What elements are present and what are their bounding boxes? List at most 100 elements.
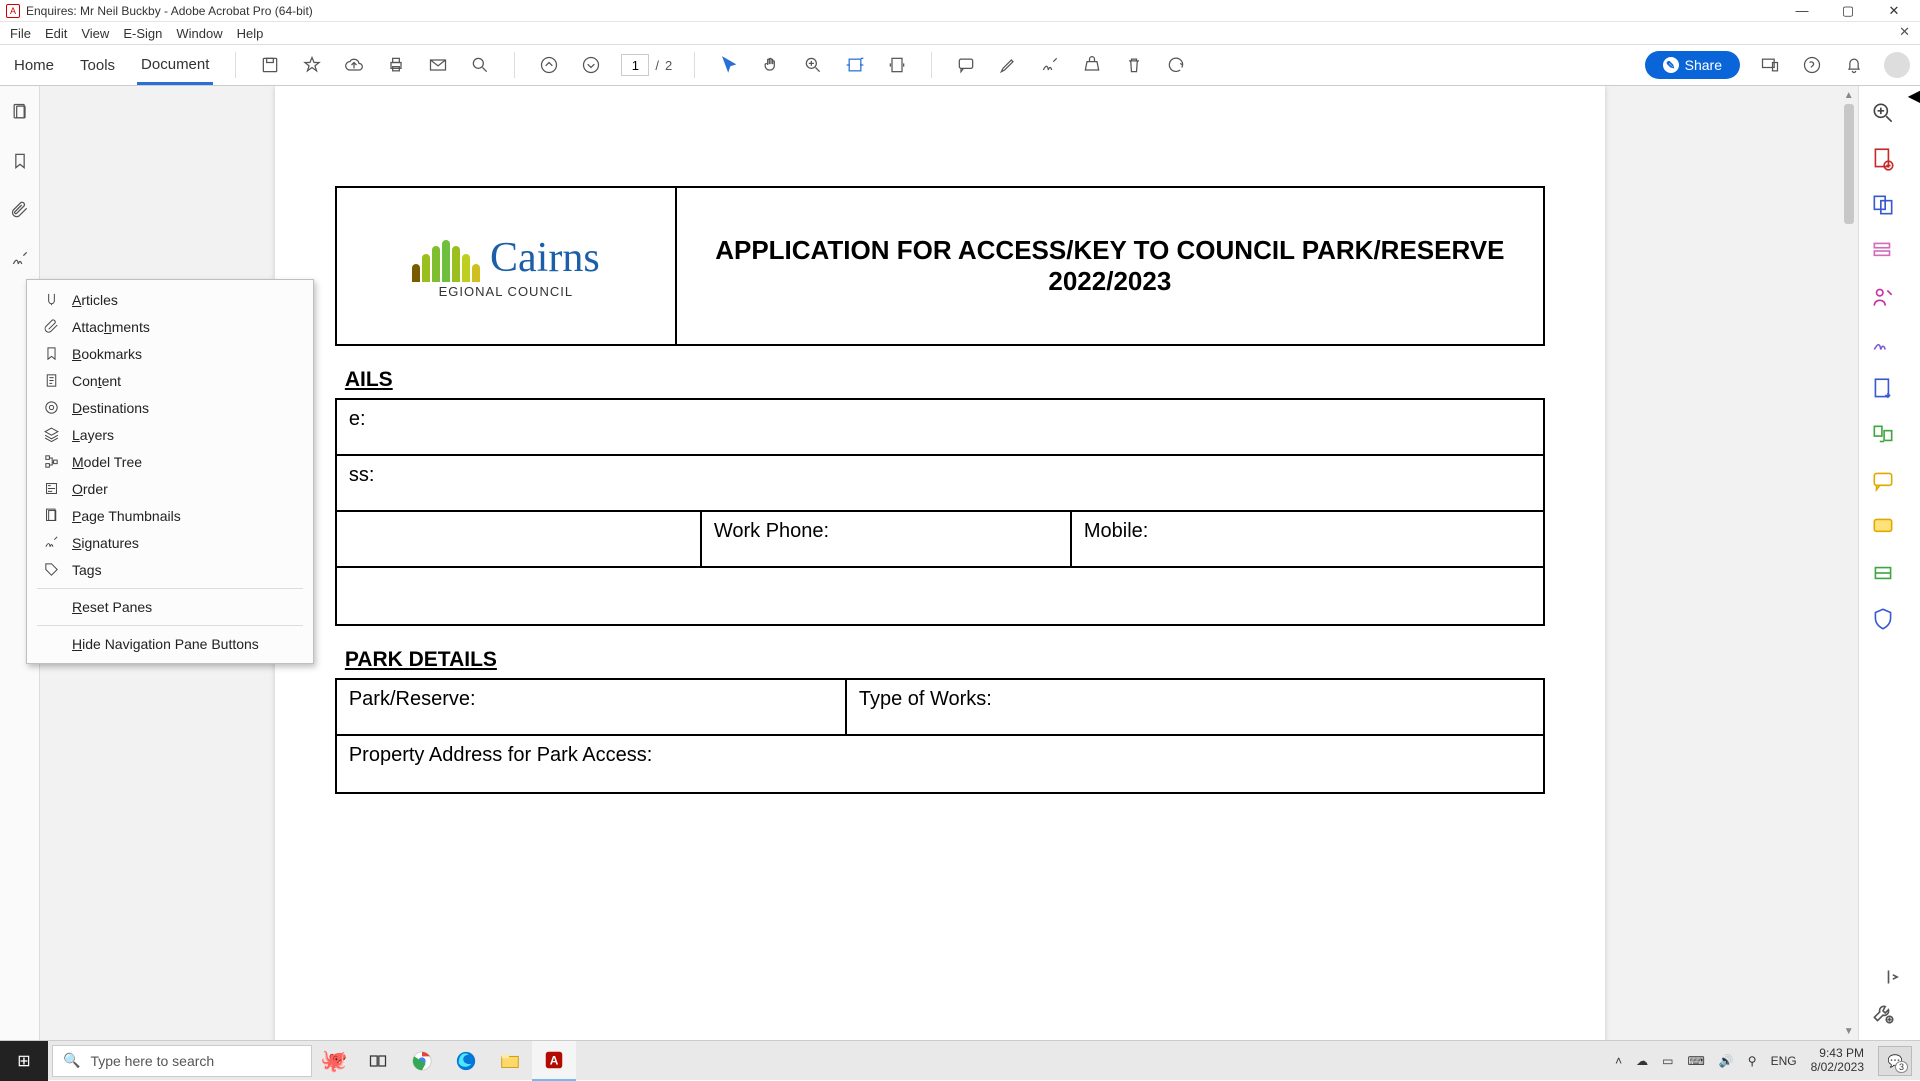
menu-item-destinations[interactable]: Destinations (27, 394, 313, 421)
menu-item-tags[interactable]: Tags (27, 556, 313, 583)
combine-files-icon[interactable] (1870, 192, 1896, 218)
maximize-button[interactable]: ▢ (1834, 3, 1862, 19)
separator (514, 52, 515, 78)
menu-item-page-thumbnails[interactable]: Page Thumbnails (27, 502, 313, 529)
request-signatures-icon[interactable] (1870, 284, 1896, 310)
tray-chevron-icon[interactable]: ˄ (1615, 1054, 1622, 1068)
wifi-icon[interactable]: ⚲ (1748, 1054, 1757, 1068)
rotate-icon[interactable] (1164, 53, 1188, 77)
create-pdf-icon[interactable] (1870, 146, 1896, 172)
selection-arrow-icon[interactable] (717, 53, 741, 77)
expand-panel-icon[interactable] (1882, 964, 1908, 990)
hand-pan-icon[interactable] (759, 53, 783, 77)
bell-icon[interactable] (1842, 53, 1866, 77)
file-explorer-icon[interactable] (488, 1041, 532, 1081)
help-icon[interactable] (1800, 53, 1824, 77)
window-title: Enquires: Mr Neil Buckby - Adobe Acrobat… (26, 4, 313, 18)
scroll-track[interactable] (1843, 104, 1855, 1022)
more-tools-icon[interactable] (1870, 1000, 1896, 1026)
fit-width-icon[interactable] (843, 53, 867, 77)
delete-icon[interactable] (1122, 53, 1146, 77)
print-icon[interactable] (384, 53, 408, 77)
send-comments-icon[interactable] (1870, 468, 1896, 494)
account-avatar[interactable] (1884, 52, 1910, 78)
chrome-icon[interactable] (400, 1041, 444, 1081)
bookmark-panel-icon[interactable] (10, 151, 30, 176)
attachment-panel-icon[interactable] (10, 200, 30, 225)
menu-item-hide-nav-buttons[interactable]: Hide Navigation Pane Buttons (27, 631, 313, 657)
zoom-find-icon[interactable] (468, 53, 492, 77)
tab-home[interactable]: Home (10, 47, 58, 83)
comment-tool-icon[interactable] (1870, 514, 1896, 540)
edit-pdf-icon[interactable] (1870, 238, 1896, 264)
menu-item-bookmarks[interactable]: Bookmarks (27, 340, 313, 367)
onedrive-icon[interactable]: ☁ (1636, 1054, 1648, 1068)
menu-item-content[interactable]: Content (27, 367, 313, 394)
stamp-icon[interactable] (1080, 53, 1104, 77)
acrobat-taskbar-icon[interactable]: A (532, 1041, 576, 1081)
tab-tools[interactable]: Tools (76, 47, 119, 83)
menu-item-articles[interactable]: Articles (27, 286, 313, 313)
edge-icon[interactable] (444, 1041, 488, 1081)
devices-icon[interactable] (1758, 53, 1782, 77)
close-document-button[interactable]: ✕ (1899, 24, 1910, 40)
current-page-input[interactable] (621, 54, 649, 76)
logo-cell: Cairns EGIONAL COUNCIL (337, 188, 677, 344)
highlight-icon[interactable] (996, 53, 1020, 77)
share-button[interactable]: ✎ Share (1645, 51, 1740, 79)
cloud-upload-icon[interactable] (342, 53, 366, 77)
battery-icon[interactable]: ▭ (1662, 1054, 1673, 1068)
menu-esign[interactable]: E-Sign (123, 26, 162, 41)
taskbar-search[interactable]: 🔍 Type here to search (52, 1045, 312, 1077)
menu-file[interactable]: File (10, 26, 31, 41)
menu-item-order[interactable]: Order (27, 475, 313, 502)
total-pages: 2 (665, 58, 672, 73)
scroll-thumb[interactable] (1844, 104, 1854, 224)
menu-item-signatures[interactable]: Signatures (27, 529, 313, 556)
scroll-up-arrow[interactable]: ▲ (1844, 86, 1854, 104)
thumbnails-panel-icon[interactable] (10, 102, 30, 127)
close-window-button[interactable]: ✕ (1880, 3, 1908, 19)
menu-item-reset-panes[interactable]: Reset Panes (27, 594, 313, 620)
right-tool-rail (1858, 86, 1908, 1040)
export-pdf-icon[interactable] (1870, 376, 1896, 402)
menu-view[interactable]: View (81, 26, 109, 41)
signature-panel-icon[interactable] (10, 249, 30, 274)
collapse-right-rail-button[interactable]: ◀ (1908, 86, 1920, 1040)
menu-help[interactable]: Help (237, 26, 264, 41)
start-button[interactable]: ⊞ (0, 1041, 48, 1081)
menu-window[interactable]: Window (176, 26, 222, 41)
cortana-graphic-icon[interactable]: 🐙 (312, 1041, 356, 1081)
menu-item-attachments[interactable]: Attachments (27, 313, 313, 340)
clock[interactable]: 9:43 PM 8/02/2023 (1811, 1047, 1864, 1075)
comment-icon[interactable] (954, 53, 978, 77)
zoom-in-icon[interactable] (801, 53, 825, 77)
menu-item-model-tree[interactable]: Model Tree (27, 448, 313, 475)
separator (931, 52, 932, 78)
fill-sign-icon[interactable] (1870, 330, 1896, 356)
search-tool-icon[interactable] (1870, 100, 1896, 126)
minimize-button[interactable]: — (1788, 3, 1816, 19)
organize-pages-icon[interactable] (1870, 422, 1896, 448)
protect-icon[interactable] (1870, 606, 1896, 632)
scroll-down-arrow[interactable]: ▼ (1844, 1022, 1854, 1040)
task-view-icon[interactable] (356, 1041, 400, 1081)
field-email-hidden (337, 568, 1543, 624)
menu-edit[interactable]: Edit (45, 26, 67, 41)
sign-icon[interactable] (1038, 53, 1062, 77)
keyboard-icon[interactable]: ⌨ (1688, 1054, 1705, 1068)
save-icon[interactable] (258, 53, 282, 77)
tab-document[interactable]: Document (137, 46, 213, 85)
star-icon[interactable] (300, 53, 324, 77)
scan-ocr-icon[interactable] (1870, 560, 1896, 586)
email-icon[interactable] (426, 53, 450, 77)
fit-page-icon[interactable] (885, 53, 909, 77)
volume-icon[interactable]: 🔊 (1719, 1054, 1734, 1068)
menu-item-layers[interactable]: Layers (27, 421, 313, 448)
field-type-of-works: Type of Works: (847, 680, 1543, 734)
page-up-icon[interactable] (537, 53, 561, 77)
page-down-icon[interactable] (579, 53, 603, 77)
language-indicator[interactable]: ENG (1771, 1054, 1797, 1068)
action-center-icon[interactable]: 💬3 (1878, 1046, 1912, 1076)
vertical-scrollbar[interactable]: ▲ ▼ (1840, 86, 1858, 1040)
